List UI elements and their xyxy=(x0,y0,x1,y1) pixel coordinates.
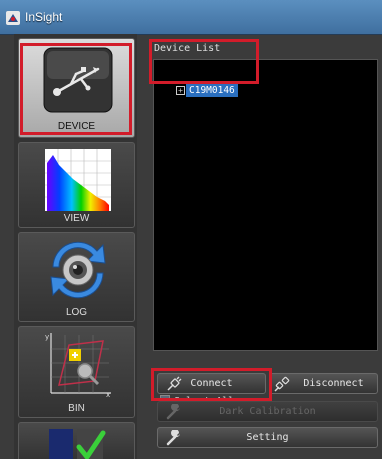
sidebar-item-calibration[interactable] xyxy=(18,422,135,459)
connect-label: Connect xyxy=(190,378,233,389)
sidebar-item-label: BIN xyxy=(68,403,85,414)
refresh-icon xyxy=(50,241,106,299)
spectrum-icon xyxy=(45,149,111,211)
insight-window: InSight DEVICE VIEW LOG y x BIN Device L… xyxy=(0,0,382,459)
svg-text:y: y xyxy=(45,333,49,341)
usb-icon xyxy=(43,47,113,113)
sidebar-item-label: DEVICE xyxy=(57,121,96,132)
sidebar-item-bin[interactable]: y x BIN xyxy=(18,326,135,418)
bin-chart-icon: y x xyxy=(45,333,111,397)
device-panel: Device List + C19M0146 Select All Connec… xyxy=(148,38,382,459)
dark-calibration-button[interactable]: Dark Calibration xyxy=(157,401,378,422)
app-icon xyxy=(6,11,20,25)
dark-calibration-label: Dark Calibration xyxy=(219,406,316,417)
sidebar-item-log[interactable]: LOG xyxy=(18,232,135,322)
setting-label: Setting xyxy=(246,432,289,443)
title-bar: InSight xyxy=(0,0,382,35)
sidebar-item-label: VIEW xyxy=(63,213,90,224)
device-list[interactable]: + C19M0146 xyxy=(153,59,378,351)
expand-icon[interactable]: + xyxy=(176,86,185,95)
unplug-icon xyxy=(274,376,290,392)
sidebar-item-label: LOG xyxy=(65,307,88,318)
sidebar-item-view[interactable]: VIEW xyxy=(18,142,135,228)
checkmark-icon xyxy=(49,429,106,459)
disconnect-label: Disconnect xyxy=(303,378,364,389)
device-list-item[interactable]: C19M0146 xyxy=(186,84,238,97)
connect-button[interactable]: Connect xyxy=(157,373,266,394)
setting-button[interactable]: Setting xyxy=(157,427,378,448)
sidebar: DEVICE VIEW LOG y x BIN xyxy=(14,34,137,459)
svg-text:x: x xyxy=(106,391,110,397)
device-list-label: Device List xyxy=(154,43,221,54)
sidebar-item-device[interactable]: DEVICE xyxy=(18,38,135,138)
disconnect-button[interactable]: Disconnect xyxy=(269,373,378,394)
window-title: InSight xyxy=(25,10,63,24)
